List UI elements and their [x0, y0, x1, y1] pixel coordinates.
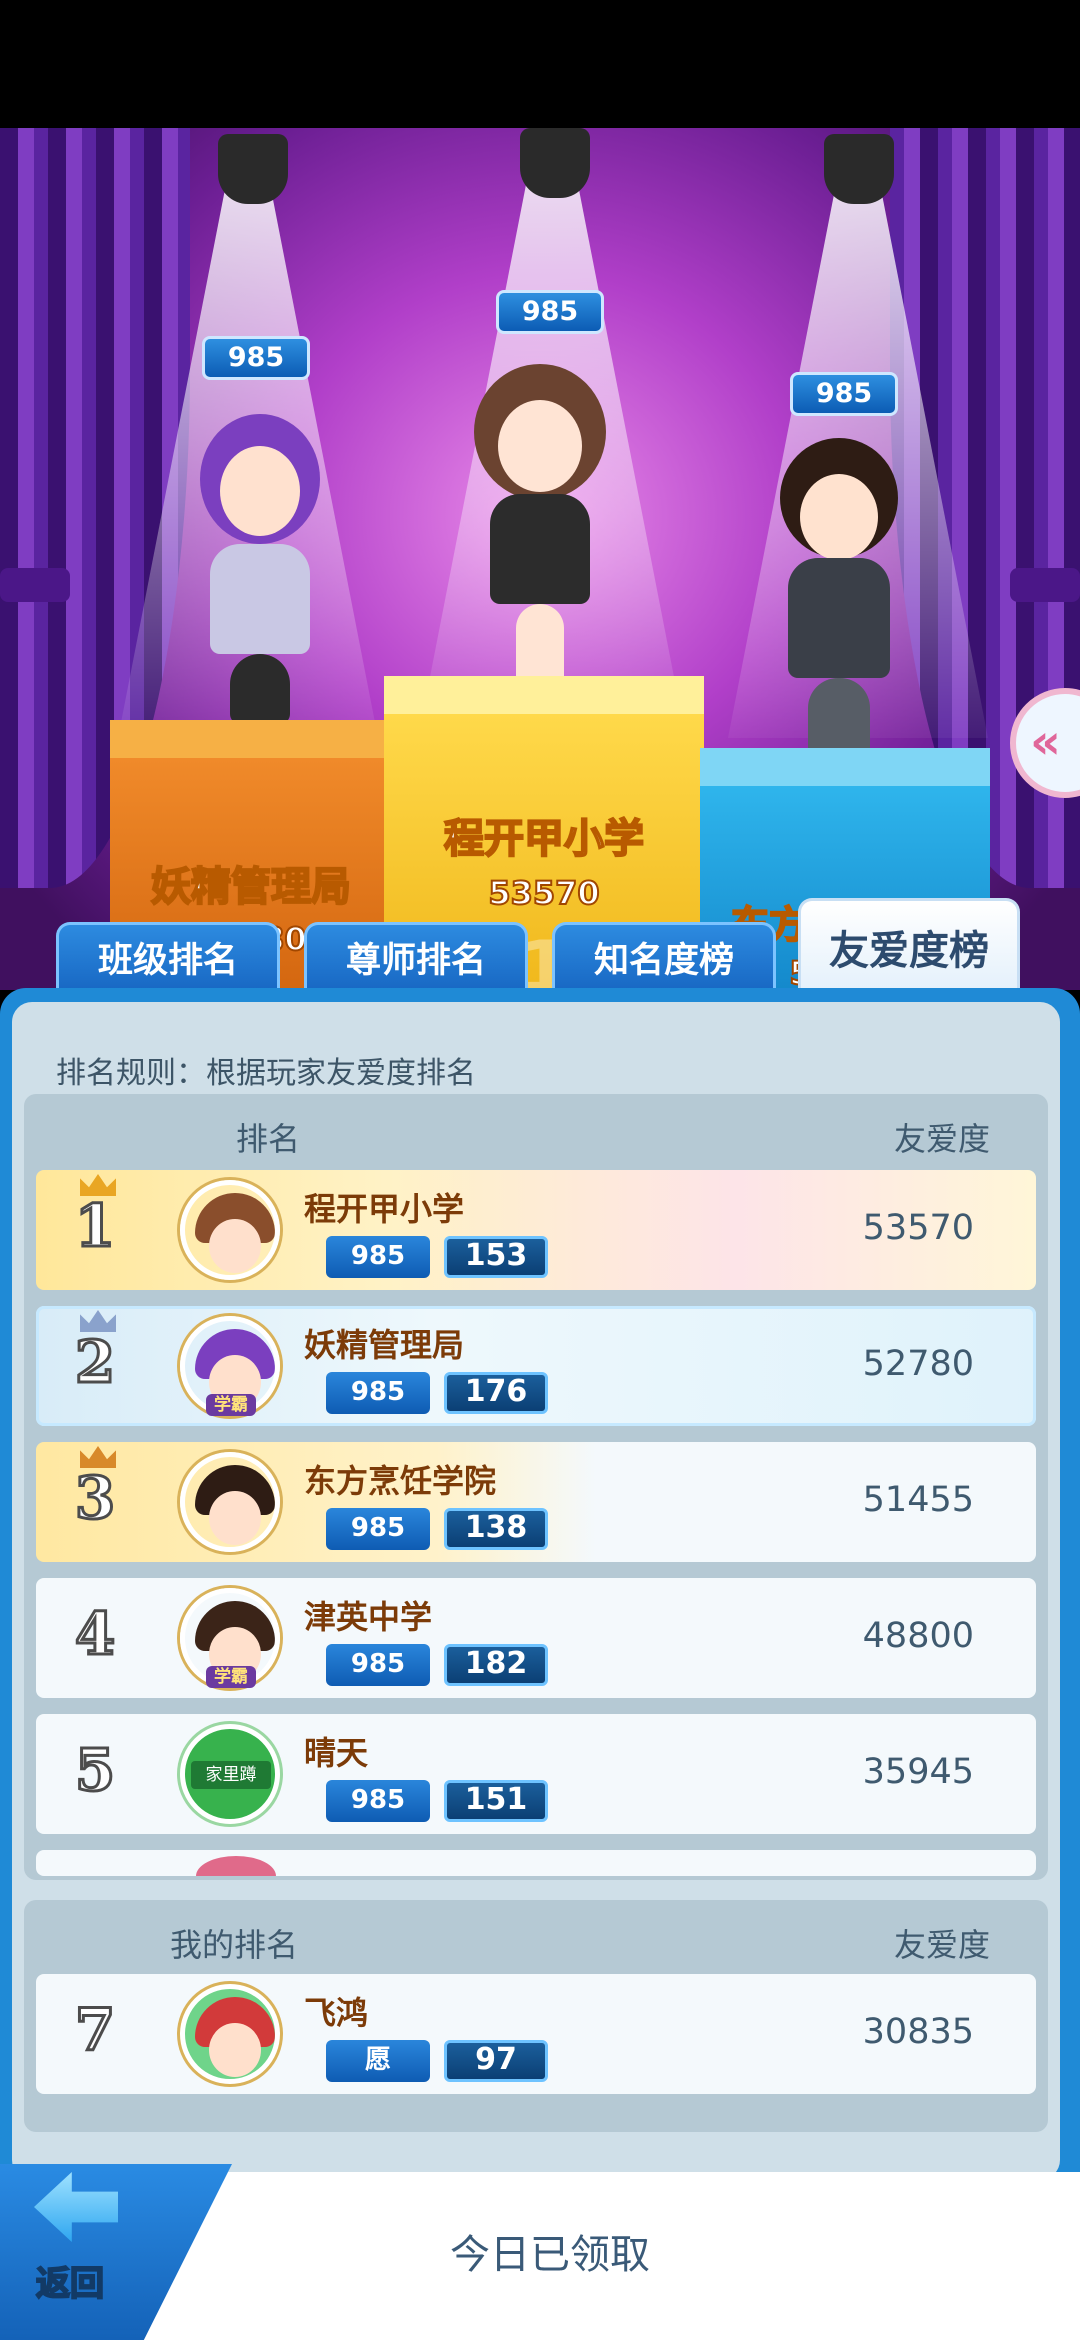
avatar-figure-third[interactable]: [764, 428, 914, 758]
avatar[interactable]: [180, 1984, 280, 2084]
spotlight-right-icon: [824, 134, 894, 204]
row-rank: 1: [73, 1191, 116, 1262]
row-level-badge: 985: [326, 1644, 430, 1686]
row-player-name: 程开甲小学: [304, 1190, 465, 1228]
table-row[interactable]: 2 学霸 妖精管理局 985 176 52780: [36, 1306, 1036, 1426]
row-player-name: 飞鸿: [304, 1994, 369, 2032]
row-player-name: 津英中学: [304, 1598, 433, 1636]
spotlight-center-icon: [520, 128, 590, 198]
ranking-panel-inner: 排名规则：根据玩家友爱度排名 排名 友爱度 1 程开甲小学 985 153 53…: [12, 1002, 1060, 2180]
avatar-figure-second[interactable]: [180, 394, 340, 724]
row-level-badge: 985: [326, 1236, 430, 1278]
avatar[interactable]: [180, 1452, 280, 1552]
row-rank: 3: [73, 1463, 116, 1534]
avatar-title-badge: 学霸: [206, 1394, 256, 1416]
back-label: 返回: [35, 2263, 105, 2305]
row-level-badge: 愿: [326, 2040, 430, 2082]
avatar-title-badge: 家里蹲: [191, 1761, 271, 1789]
row-score: 35945: [862, 1752, 974, 1792]
ranking-rule-text: 排名规则：根据玩家友爱度排名: [56, 1056, 476, 1091]
row-player-name: 妖精管理局: [304, 1326, 465, 1364]
podium-second-name: 妖精管理局: [150, 863, 352, 911]
tab-teacher-ranking[interactable]: 尊师排名: [304, 922, 528, 994]
row-rank: 4: [73, 1599, 116, 1670]
podium-tag-third: 985: [790, 372, 898, 416]
podium-stage: 985 985 985 妖精管理局 52780 2 程开甲小学 53570 1: [0, 128, 1080, 990]
ranking-tabs: 班级排名 尊师排名 知名度榜 友爱度榜: [0, 898, 1080, 994]
bottom-bar: 今日已领取 返回: [0, 2164, 1080, 2340]
row-level-badge: 985: [326, 1780, 430, 1822]
avatar[interactable]: [180, 1180, 280, 1280]
table-row[interactable]: 5 家里蹲 晴天 985 151 35945: [36, 1714, 1036, 1834]
avatar-figure-first[interactable]: [460, 354, 620, 694]
my-ranking-header: 我的排名: [170, 1926, 299, 1964]
list-header: 排名 友爱度: [24, 1094, 1048, 1164]
row-count-badge: 153: [444, 1236, 548, 1278]
tab-friendship-ranking[interactable]: 友爱度榜: [798, 898, 1020, 994]
row-player-name: 东方烹饪学院: [304, 1462, 497, 1500]
row-count-badge: 151: [444, 1780, 548, 1822]
row-score: 51455: [862, 1480, 974, 1520]
podium-first-name: 程开甲小学: [443, 815, 645, 863]
row-level-badge: 985: [326, 1372, 430, 1414]
ranking-list[interactable]: 排名 友爱度 1 程开甲小学 985 153 53570 2 学霸 妖精管理局 …: [24, 1094, 1048, 1880]
row-score: 52780: [862, 1344, 974, 1384]
podium-tag-second: 985: [202, 336, 310, 380]
row-score: 53570: [862, 1208, 974, 1248]
table-row-partial[interactable]: [36, 1850, 1036, 1876]
row-rank: 2: [73, 1327, 116, 1398]
row-rank: 7: [73, 1995, 116, 2066]
row-rank: 5: [73, 1735, 116, 1806]
row-player-name: 晴天: [304, 1734, 369, 1772]
back-arrow-icon: [34, 2172, 118, 2242]
row-count-badge: 138: [444, 1508, 548, 1550]
row-score: 48800: [862, 1616, 974, 1656]
table-row[interactable]: 1 程开甲小学 985 153 53570: [36, 1170, 1036, 1290]
table-row[interactable]: 3 东方烹饪学院 985 138 51455: [36, 1442, 1036, 1562]
podium-first-score: 53570: [487, 873, 600, 913]
curtain-tie-right: [1010, 568, 1080, 602]
row-score: 30835: [862, 2012, 974, 2052]
table-row[interactable]: 4 学霸 津英中学 985 182 48800: [36, 1578, 1036, 1698]
tab-fame-ranking[interactable]: 知名度榜: [552, 922, 776, 994]
row-count-badge: 97: [444, 2040, 548, 2082]
header-rank: 排名: [236, 1120, 301, 1158]
my-ranking: 我的排名 友爱度 7 飞鸿 愿 97 30835: [24, 1900, 1048, 2132]
tab-class-ranking[interactable]: 班级排名: [56, 922, 280, 994]
ranking-panel: 排名规则：根据玩家友爱度排名 排名 友爱度 1 程开甲小学 985 153 53…: [0, 988, 1080, 2340]
status-bar: [0, 0, 1080, 128]
my-score-header: 友爱度: [893, 1926, 990, 1964]
row-count-badge: 182: [444, 1644, 548, 1686]
podium-tag-first: 985: [496, 290, 604, 334]
avatar-title-badge: 学霸: [206, 1666, 256, 1688]
curtain-tie-left: [0, 568, 70, 602]
row-level-badge: 985: [326, 1508, 430, 1550]
row-count-badge: 176: [444, 1372, 548, 1414]
header-score: 友爱度: [893, 1120, 990, 1158]
my-ranking-row[interactable]: 7 飞鸿 愿 97 30835: [36, 1974, 1036, 2094]
avatar[interactable]: 家里蹲: [180, 1724, 280, 1824]
spotlight-left-icon: [218, 134, 288, 204]
